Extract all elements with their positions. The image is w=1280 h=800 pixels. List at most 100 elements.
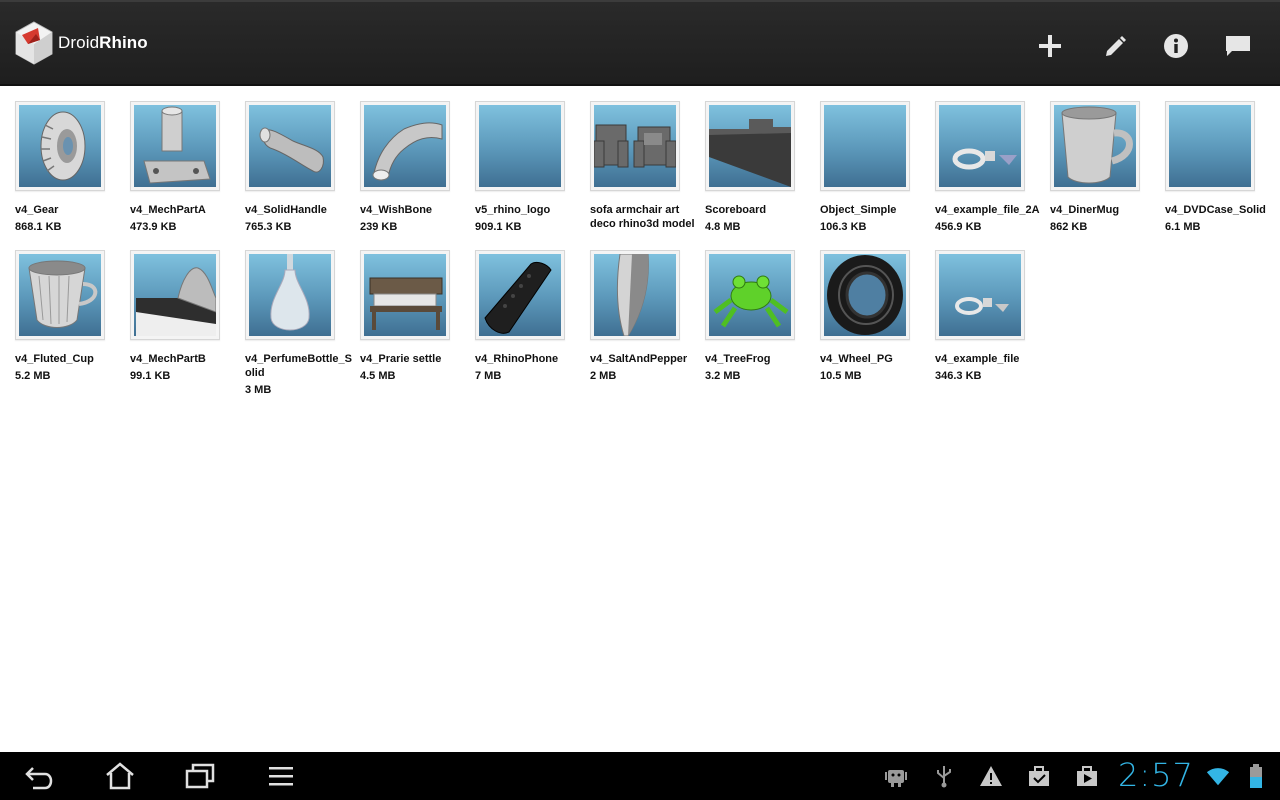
- thumbnail-frame: [705, 250, 795, 340]
- back-icon: [25, 767, 53, 790]
- info-button[interactable]: [1154, 24, 1198, 68]
- file-name-label: v4_TreeFrog 3.2 MB: [705, 352, 817, 383]
- battery-icon[interactable]: [1244, 764, 1268, 788]
- back-button[interactable]: [15, 758, 65, 794]
- info-icon: [1164, 34, 1188, 58]
- thumbnail-frame: [590, 101, 680, 191]
- file-name-label: v4_PerfumeBottle_Solid 3 MB: [245, 352, 357, 397]
- mechpart-thumbnail: [134, 105, 216, 187]
- file-name: v4_SaltAndPepper: [590, 353, 688, 365]
- menu-button[interactable]: [256, 758, 306, 794]
- file-tile[interactable]: Scoreboard 4.8 MB: [705, 101, 820, 250]
- file-tile[interactable]: v4_SaltAndPepper 2 MB: [590, 250, 705, 399]
- file-tile[interactable]: v4_TreeFrog 3.2 MB: [705, 250, 820, 399]
- file-name: v4_DinerMug: [1050, 204, 1120, 216]
- file-name-label: v4_MechPartA 473.9 KB: [130, 203, 242, 234]
- file-tile[interactable]: v4_PerfumeBottle_Solid 3 MB: [245, 250, 360, 399]
- file-name: sofa armchair art deco rhino3d model: [590, 204, 695, 230]
- file-tile[interactable]: v4_MechPartB 99.1 KB: [130, 250, 245, 399]
- file-name-label: v4_DVDCase_Solid 6.1 MB: [1165, 203, 1277, 234]
- thumbnail-frame: [935, 101, 1025, 191]
- play-store-icon[interactable]: [1075, 764, 1099, 788]
- armchair-thumbnail: [594, 105, 676, 187]
- file-size: 765.3 KB: [245, 221, 292, 233]
- thumbnail-frame: [820, 101, 910, 191]
- example-file-thumbnail: [939, 105, 1021, 187]
- object-simple-thumbnail: [824, 105, 906, 187]
- file-size: 10.5 MB: [820, 370, 862, 382]
- file-tile[interactable]: v4_MechPartA 473.9 KB: [130, 101, 245, 250]
- file-tile[interactable]: sofa armchair art deco rhino3d model: [590, 101, 705, 250]
- file-tile[interactable]: v4_DVDCase_Solid 6.1 MB: [1165, 101, 1280, 250]
- file-tile[interactable]: v5_rhino_logo 909.1 KB: [475, 101, 590, 250]
- thumbnail-frame: [1165, 101, 1255, 191]
- file-name-label: Object_Simple 106.3 KB: [820, 203, 932, 234]
- file-name: v4_example_file: [935, 353, 1020, 365]
- thumbnail-frame: [15, 250, 105, 340]
- menu-icon: [269, 767, 293, 786]
- thumbnail-frame: [360, 250, 450, 340]
- file-tile[interactable]: v4_example_file_2A 456.9 KB: [935, 101, 1050, 250]
- edit-button[interactable]: [1093, 24, 1137, 68]
- file-tile[interactable]: v4_DinerMug 862 KB: [1050, 101, 1165, 250]
- file-name: Object_Simple: [820, 204, 897, 216]
- perfume-bottle-thumbnail: [249, 254, 331, 336]
- home-button[interactable]: [95, 758, 145, 794]
- thumbnail-frame: [360, 101, 450, 191]
- file-name-label: v4_Wheel_PG 10.5 MB: [820, 352, 932, 383]
- file-tile[interactable]: Object_Simple 106.3 KB: [820, 101, 935, 250]
- file-name-label: v4_Gear 868.1 KB: [15, 203, 127, 234]
- thumbnail-frame: [245, 101, 335, 191]
- handle-thumbnail: [249, 105, 331, 187]
- file-name: v4_Wheel_PG: [820, 353, 893, 365]
- file-name: v4_DVDCase_Solid: [1165, 204, 1266, 216]
- file-tile[interactable]: v4_Prarie settle 4.5 MB: [360, 250, 475, 399]
- file-tile[interactable]: v4_Wheel_PG 10.5 MB: [820, 250, 935, 399]
- android-debug-icon[interactable]: [884, 764, 908, 788]
- edit-icon: [1106, 36, 1126, 56]
- app-title-regular: Droid: [58, 33, 100, 52]
- file-tile[interactable]: v4_Gear 868.1 KB: [15, 101, 130, 250]
- file-tile[interactable]: v4_RhinoPhone 7 MB: [475, 250, 590, 399]
- thumbnail-frame: [820, 250, 910, 340]
- home-icon: [106, 762, 134, 790]
- file-tile[interactable]: v4_example_file 346.3 KB: [935, 250, 1050, 399]
- file-size: 5.2 MB: [15, 370, 51, 382]
- warning-icon[interactable]: [979, 764, 1003, 788]
- clock[interactable]: 2:57: [1118, 756, 1194, 794]
- file-tile[interactable]: v4_SolidHandle 765.3 KB: [245, 101, 360, 250]
- dvdcase-thumbnail: [1169, 105, 1251, 187]
- file-size: 473.9 KB: [130, 221, 177, 233]
- usb-icon[interactable]: [932, 764, 956, 788]
- mechpartb-thumbnail: [134, 254, 216, 336]
- wifi-icon[interactable]: [1206, 764, 1230, 788]
- settle-thumbnail: [364, 254, 446, 336]
- file-tile[interactable]: v4_WishBone 239 KB: [360, 101, 475, 250]
- file-name: Scoreboard: [705, 204, 767, 216]
- thumbnail-frame: [130, 101, 220, 191]
- file-name-label: v4_Prarie settle 4.5 MB: [360, 352, 472, 383]
- thumbnail-frame: [475, 101, 565, 191]
- shopping-bag-icon[interactable]: [1027, 764, 1051, 788]
- system-bar: 2:57: [0, 752, 1280, 800]
- add-button[interactable]: [1028, 24, 1072, 68]
- file-name-label: v4_WishBone 239 KB: [360, 203, 472, 234]
- wheel-thumbnail: [824, 254, 906, 336]
- message-icon: [1226, 36, 1250, 56]
- file-size: 4.8 MB: [705, 221, 741, 233]
- example-file-thumbnail: [939, 254, 1021, 336]
- file-size: 456.9 KB: [935, 221, 982, 233]
- rhino-logo-thumbnail: [479, 105, 561, 187]
- recent-apps-button[interactable]: [175, 758, 225, 794]
- file-name-label: sofa armchair art deco rhino3d model: [590, 203, 702, 231]
- file-tile[interactable]: v4_Fluted_Cup 5.2 MB: [15, 250, 130, 399]
- app-title-bold: Rhino: [99, 33, 148, 52]
- message-button[interactable]: [1216, 24, 1260, 68]
- file-name: v4_MechPartB: [130, 353, 206, 365]
- scoreboard-thumbnail: [709, 105, 791, 187]
- thumbnail-frame: [590, 250, 680, 340]
- thumbnail-frame: [705, 101, 795, 191]
- gear-thumbnail: [19, 105, 101, 187]
- file-size: 868.1 KB: [15, 221, 62, 233]
- file-name: v4_WishBone: [360, 204, 433, 216]
